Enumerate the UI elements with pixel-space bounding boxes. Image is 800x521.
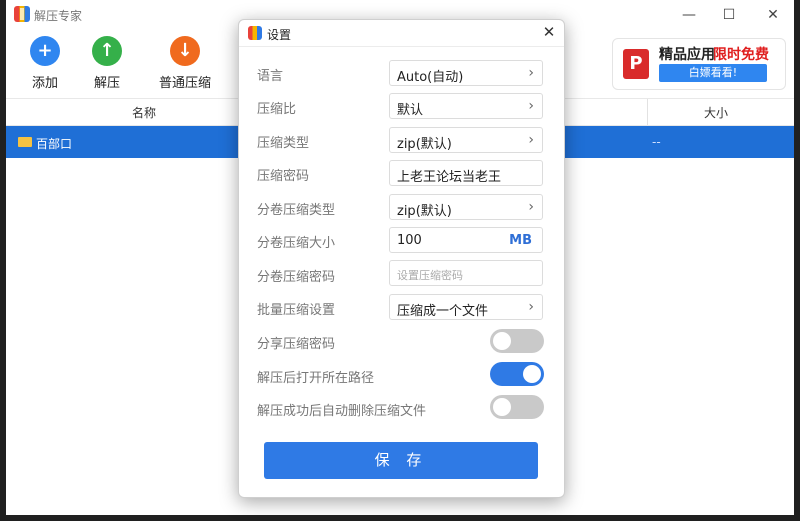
split-format-value: zip(默认) — [397, 204, 452, 219]
format-label: 压缩类型 — [257, 136, 310, 151]
batch-value: 压缩成一个文件 — [397, 304, 489, 319]
password-label: 压缩密码 — [257, 169, 310, 184]
split-password-input[interactable]: 设置压缩密码 — [389, 260, 543, 286]
split-format-select[interactable]: zip(默认) › — [389, 194, 543, 220]
split-size-unit: MB — [509, 233, 532, 248]
language-select[interactable]: Auto(自动) › — [389, 60, 543, 86]
batch-select[interactable]: 压缩成一个文件 › — [389, 294, 543, 320]
add-button[interactable]: + 添加 — [10, 36, 80, 91]
compress-label: 普通压缩 — [158, 76, 211, 91]
close-window-button[interactable]: ✕ — [760, 4, 786, 26]
split-size-label: 分卷压缩大小 — [257, 236, 336, 251]
split-format-label: 分卷压缩类型 — [257, 203, 336, 218]
auto-delete-toggle[interactable] — [490, 395, 544, 419]
ad-highlight: 限时免费 — [713, 47, 769, 63]
chevron-right-icon: › — [528, 199, 534, 215]
ad-button[interactable]: 白嫖看看! — [659, 64, 767, 82]
add-icon: + — [30, 36, 60, 66]
ratio-value: 默认 — [397, 103, 424, 118]
split-size-input[interactable]: 100 MB — [389, 227, 543, 253]
toggle-knob — [493, 332, 511, 350]
language-label: 语言 — [257, 69, 284, 84]
ad-title: 精品应用 — [659, 47, 715, 63]
maximize-button[interactable]: ☐ — [716, 4, 742, 26]
share-password-label: 分享压缩密码 — [257, 337, 336, 352]
folder-icon — [18, 137, 32, 147]
add-label: 添加 — [31, 76, 58, 91]
split-password-label: 分卷压缩密码 — [257, 270, 336, 285]
chevron-right-icon: › — [528, 132, 534, 148]
toggle-knob — [493, 398, 511, 416]
batch-label: 批量压缩设置 — [257, 303, 336, 318]
window-title: 解压专家 — [34, 9, 83, 23]
language-value: Auto(自动) — [397, 70, 464, 85]
open-path-label: 解压后打开所在路径 — [257, 371, 375, 386]
column-name[interactable]: 名称 — [132, 104, 156, 121]
dialog-close-button[interactable]: ✕ — [539, 22, 559, 42]
split-password-placeholder: 设置压缩密码 — [397, 269, 463, 282]
chevron-right-icon: › — [528, 65, 534, 81]
auto-delete-label: 解压成功后自动删除压缩文件 — [257, 404, 427, 419]
format-value: zip(默认) — [397, 137, 452, 152]
column-size[interactable]: 大小 — [704, 104, 728, 121]
save-button[interactable]: 保 存 — [264, 442, 538, 479]
share-password-toggle[interactable] — [490, 329, 544, 353]
format-select[interactable]: zip(默认) › — [389, 127, 543, 153]
ad-banner[interactable]: P 精品应用 限时免费 白嫖看看! — [612, 38, 786, 90]
app-logo-icon — [14, 6, 30, 22]
file-name: 百部口 — [36, 137, 73, 151]
file-size: -- — [652, 135, 661, 149]
dialog-logo-icon — [248, 26, 262, 40]
password-value: 上老王论坛当老王 — [397, 170, 502, 185]
ratio-label: 压缩比 — [257, 102, 297, 117]
ratio-select[interactable]: 默认 › — [389, 93, 543, 119]
extract-button[interactable]: ↑ 解压 — [72, 36, 142, 91]
split-size-value: 100 — [397, 233, 422, 248]
column-divider — [647, 99, 648, 125]
compress-button[interactable]: ↓ 普通压缩 — [150, 36, 220, 91]
minimize-button[interactable]: — — [676, 4, 702, 26]
compress-icon: ↓ — [170, 36, 200, 66]
chevron-right-icon: › — [528, 98, 534, 114]
ad-logo-icon: P — [623, 49, 649, 79]
extract-icon: ↑ — [92, 36, 122, 66]
password-input[interactable]: 上老王论坛当老王 — [389, 160, 543, 186]
open-path-toggle[interactable] — [490, 362, 544, 386]
toggle-knob — [523, 365, 541, 383]
extract-label: 解压 — [93, 76, 120, 91]
settings-dialog: 设置 ✕ 语言 Auto(自动) › 压缩比 默认 › 压缩类型 zip(默认)… — [238, 19, 565, 498]
chevron-right-icon: › — [528, 299, 534, 315]
dialog-title-bar: 设置 ✕ — [239, 20, 564, 47]
dialog-title: 设置 — [267, 28, 292, 42]
